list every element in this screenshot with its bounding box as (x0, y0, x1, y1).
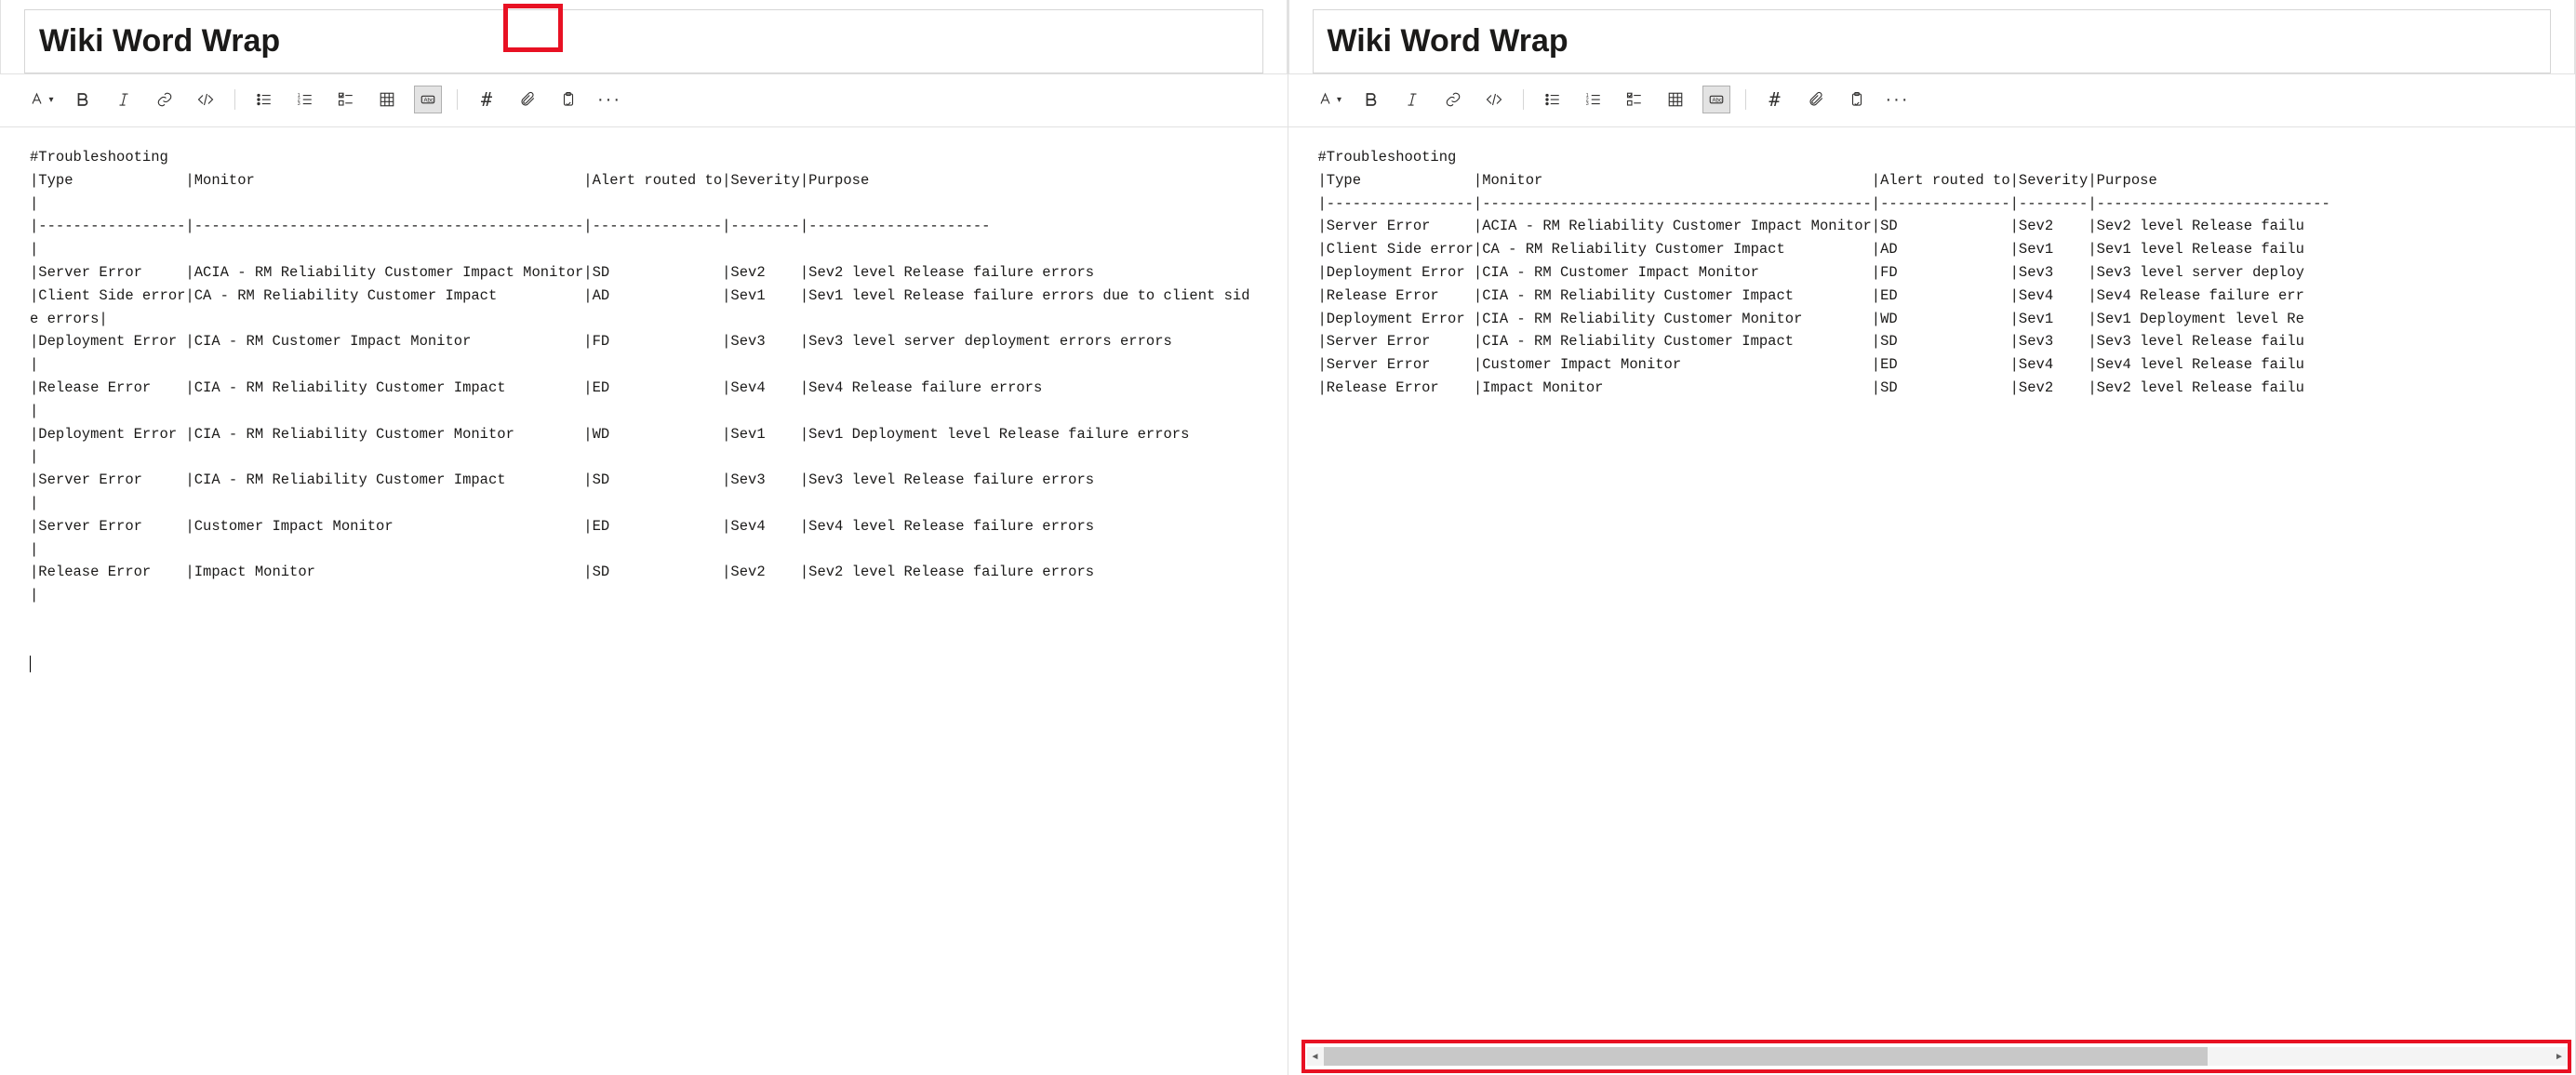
chevron-down-icon: ▾ (1337, 95, 1341, 105)
editor-content[interactable]: #Troubleshooting |Type |Monitor |Alert r… (0, 127, 1288, 1075)
editor-pane-left: Wiki Word Wrap ▾ 123 Abc # ··· #Troubles… (0, 0, 1288, 1075)
mention-hash-button[interactable]: # (1761, 86, 1789, 113)
attach-button[interactable] (1802, 86, 1830, 113)
editor-content[interactable]: #Troubleshooting |Type |Monitor |Alert r… (1288, 127, 2576, 1075)
chevron-down-icon: ▾ (48, 95, 53, 105)
page-title[interactable]: Wiki Word Wrap (24, 9, 1263, 73)
bold-button[interactable] (69, 86, 97, 113)
text-cursor (30, 656, 31, 672)
page-title[interactable]: Wiki Word Wrap (1313, 9, 2552, 73)
scrollbar-thumb[interactable] (1324, 1047, 2208, 1066)
bulleted-list-button[interactable] (250, 86, 278, 113)
word-wrap-button[interactable]: Abc (1702, 86, 1730, 113)
horizontal-scrollbar[interactable]: ◄ ► (1307, 1047, 2569, 1066)
title-area: Wiki Word Wrap (0, 0, 1288, 74)
paste-button[interactable] (554, 86, 582, 113)
svg-text:3: 3 (298, 101, 300, 107)
checklist-button[interactable] (332, 86, 360, 113)
content-text: #Troubleshooting |Type |Monitor |Alert r… (1318, 149, 2330, 396)
text-format-button[interactable]: ▾ (1316, 86, 1344, 113)
svg-text:3: 3 (1585, 101, 1588, 107)
italic-button[interactable] (110, 86, 138, 113)
more-button[interactable]: ··· (595, 86, 623, 113)
italic-button[interactable] (1398, 86, 1426, 113)
table-button[interactable] (1662, 86, 1689, 113)
scroll-left-arrow-icon[interactable]: ◄ (1307, 1048, 1324, 1065)
table-button[interactable] (373, 86, 401, 113)
editor-pane-right: Wiki Word Wrap ▾ 123 Abc # ··· #Troubles… (1288, 0, 2576, 1075)
paste-button[interactable] (1843, 86, 1871, 113)
link-button[interactable] (151, 86, 179, 113)
code-button[interactable] (192, 86, 220, 113)
numbered-list-button[interactable]: 123 (291, 86, 319, 113)
toolbar: ▾ 123 Abc # ··· (0, 74, 1288, 127)
scroll-right-arrow-icon[interactable]: ► (2551, 1048, 2568, 1065)
checklist-button[interactable] (1621, 86, 1648, 113)
link-button[interactable] (1439, 86, 1467, 113)
svg-text:Abc: Abc (1712, 98, 1721, 103)
bold-button[interactable] (1357, 86, 1385, 113)
more-button[interactable]: ··· (1884, 86, 1912, 113)
attach-button[interactable] (514, 86, 541, 113)
toolbar-separator (457, 89, 458, 110)
code-button[interactable] (1480, 86, 1508, 113)
bulleted-list-button[interactable] (1539, 86, 1567, 113)
toolbar-separator (1523, 89, 1524, 110)
word-wrap-button[interactable]: Abc (414, 86, 442, 113)
svg-text:Abc: Abc (424, 98, 434, 103)
mention-hash-button[interactable]: # (473, 86, 501, 113)
scrollbar-track[interactable] (1324, 1047, 2552, 1066)
text-format-button[interactable]: ▾ (28, 86, 56, 113)
numbered-list-button[interactable]: 123 (1580, 86, 1608, 113)
toolbar-separator (234, 89, 235, 110)
title-area: Wiki Word Wrap (1288, 0, 2576, 74)
content-text: #Troubleshooting |Type |Monitor |Alert r… (30, 149, 1288, 604)
toolbar: ▾ 123 Abc # ··· (1288, 74, 2576, 127)
toolbar-separator (1745, 89, 1746, 110)
